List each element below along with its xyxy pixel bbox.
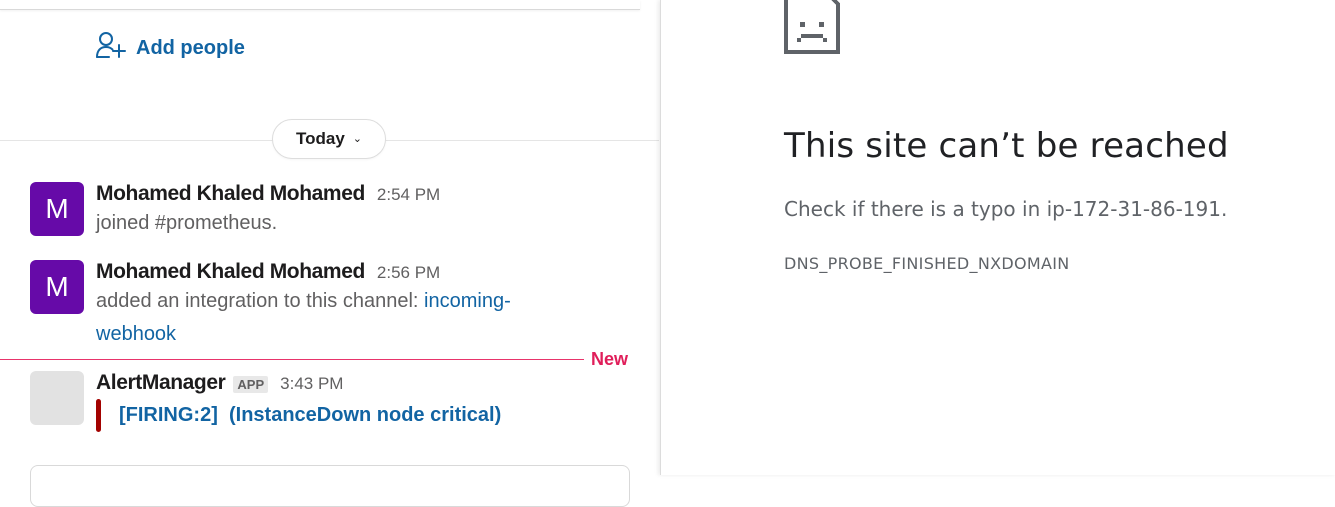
- message-attachment: [FIRING:2] (InstanceDown node critical): [96, 399, 636, 432]
- add-people-button[interactable]: Add people: [95, 30, 245, 66]
- header-divider: [0, 0, 640, 10]
- attachment-title-link[interactable]: [FIRING:2] (InstanceDown node critical): [119, 404, 501, 427]
- message-author[interactable]: Mohamed Khaled Mohamed: [96, 260, 365, 284]
- add-person-icon: [95, 30, 127, 66]
- avatar[interactable]: M: [30, 260, 84, 314]
- avatar[interactable]: M: [30, 182, 84, 236]
- message-author[interactable]: AlertManager: [96, 371, 226, 395]
- chevron-down-icon: ⌄: [352, 132, 363, 145]
- new-messages-divider: [0, 359, 584, 360]
- add-people-label: Add people: [136, 36, 245, 59]
- date-divider-button[interactable]: Today ⌄: [272, 119, 386, 159]
- message-text: added an integration to this channel: in…: [96, 285, 636, 351]
- message-text-prefix: added an integration to this channel:: [96, 290, 425, 312]
- message-timestamp[interactable]: 2:56 PM: [377, 263, 440, 283]
- message-composer[interactable]: [30, 465, 630, 507]
- integration-link[interactable]: incoming-: [424, 290, 511, 312]
- slack-channel-pane: Add people Today ⌄ M Mohamed Khaled Moha…: [0, 0, 659, 507]
- browser-error-page: This site can’t be reached Check if ther…: [660, 0, 1335, 475]
- message-timestamp[interactable]: 2:54 PM: [377, 185, 440, 205]
- new-messages-label: New: [591, 349, 629, 369]
- message-author[interactable]: Mohamed Khaled Mohamed: [96, 182, 365, 206]
- avatar[interactable]: [30, 371, 84, 425]
- message-timestamp[interactable]: 3:43 PM: [280, 374, 343, 394]
- error-subtitle: Check if there is a typo in ip-172-31-86…: [784, 197, 1228, 221]
- message-text: joined #prometheus.: [96, 212, 278, 234]
- app-badge: APP: [233, 376, 269, 393]
- date-divider-label: Today: [295, 129, 345, 148]
- error-code: DNS_PROBE_FINISHED_NXDOMAIN: [784, 254, 1070, 273]
- error-title: This site can’t be reached: [784, 126, 1229, 166]
- attachment-color-bar: [96, 399, 101, 432]
- integration-link-continued[interactable]: webhook: [96, 323, 176, 345]
